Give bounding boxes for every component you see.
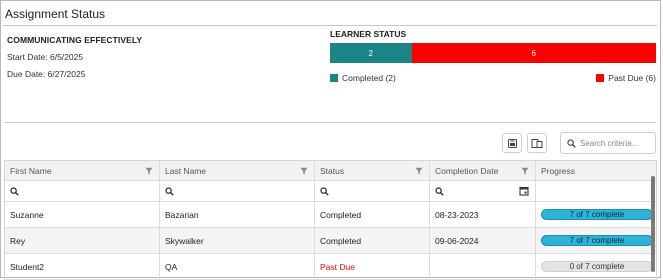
completion-date-cell: 09-06-2024	[430, 228, 536, 253]
column-header-status[interactable]: Status	[315, 161, 430, 180]
filter-row	[5, 181, 656, 202]
first-name-cell: Suzanne	[5, 202, 160, 227]
progress-cell: 0 of 7 complete	[536, 254, 656, 279]
filter-cell-progress	[536, 181, 656, 201]
first-name-cell: Rey	[5, 228, 160, 253]
search-icon	[567, 138, 576, 148]
column-header-progress[interactable]: Progress	[536, 161, 656, 180]
status-cell: Completed	[315, 202, 430, 227]
column-header-label: First Name	[10, 165, 52, 176]
filter-icon[interactable]	[415, 167, 423, 175]
search-icon	[10, 186, 19, 196]
status-cell: Past Due	[315, 254, 430, 279]
first-name-cell: Student2	[5, 254, 160, 279]
learner-table: First Name Last Name Status Completion D…	[4, 160, 657, 280]
filter-cell-last-name[interactable]	[160, 181, 315, 201]
table-header: First Name Last Name Status Completion D…	[5, 160, 656, 181]
column-header-last-name[interactable]: Last Name	[160, 161, 315, 180]
learner-status-title: LEARNER STATUS	[330, 29, 407, 39]
last-name-cell: Bazarian	[160, 202, 315, 227]
table-row[interactable]: Suzanne Bazarian Completed 08-23-2023 7 …	[5, 202, 656, 228]
completed-swatch	[330, 74, 338, 82]
search-icon	[435, 186, 444, 196]
title-divider	[3, 25, 657, 26]
completed-count-label: 2	[368, 48, 373, 58]
column-header-label: Progress	[541, 165, 576, 176]
progress-cell: 7 of 7 complete	[536, 202, 656, 227]
assignment-name: COMMUNICATING EFFECTIVELY	[7, 35, 143, 45]
export-icon	[507, 138, 517, 148]
column-header-label: Status	[320, 165, 345, 176]
calendar-icon[interactable]	[519, 186, 529, 196]
column-header-first-name[interactable]: First Name	[5, 161, 160, 180]
progress-cell: 7 of 7 complete	[536, 228, 656, 253]
learner-status-bar: 2 6	[330, 43, 656, 63]
search-box[interactable]	[560, 132, 656, 154]
completed-segment[interactable]: 2	[330, 43, 412, 63]
column-chooser-icon	[531, 138, 543, 148]
legend-past-due-label: Past Due (6)	[608, 73, 656, 83]
past-due-count-label: 6	[531, 48, 536, 58]
column-header-label: Last Name	[165, 165, 207, 176]
search-input[interactable]	[580, 138, 650, 148]
start-date: Start Date: 6/5/2025	[7, 52, 84, 62]
scrollbar[interactable]	[651, 176, 655, 272]
column-header-completion-date[interactable]: Completion Date	[430, 161, 536, 180]
last-name-cell: Skywalker	[160, 228, 315, 253]
past-due-segment[interactable]: 6	[411, 43, 656, 63]
legend-past-due: Past Due (6)	[596, 73, 656, 83]
search-icon	[320, 186, 329, 196]
filter-cell-status[interactable]	[315, 181, 430, 201]
section-divider	[4, 122, 656, 123]
filter-icon[interactable]	[145, 167, 153, 175]
completion-date-cell: 08-23-2023	[430, 202, 536, 227]
export-button[interactable]	[502, 133, 522, 153]
filter-icon[interactable]	[521, 167, 529, 175]
due-date: Due Date: 6/27/2025	[7, 69, 86, 79]
legend-completed: Completed (2)	[330, 73, 396, 83]
filter-cell-first-name[interactable]	[5, 181, 160, 201]
search-icon	[165, 186, 174, 196]
progress-pill: 7 of 7 complete	[541, 209, 653, 220]
filter-cell-completion-date[interactable]	[430, 181, 536, 201]
legend-completed-label: Completed (2)	[342, 73, 396, 83]
column-chooser-button[interactable]	[527, 133, 547, 153]
completion-date-cell	[430, 254, 536, 279]
progress-pill: 7 of 7 complete	[541, 235, 653, 246]
filter-icon[interactable]	[300, 167, 308, 175]
status-cell: Completed	[315, 228, 430, 253]
past-due-swatch	[596, 74, 605, 82]
panel-title: Assignment Status	[5, 7, 106, 21]
last-name-cell: QA	[160, 254, 315, 279]
table-row[interactable]: Student2 QA Past Due 0 of 7 complete	[5, 254, 656, 280]
table-row[interactable]: Rey Skywalker Completed 09-06-2024 7 of …	[5, 228, 656, 254]
column-header-label: Completion Date	[435, 165, 499, 176]
progress-pill: 0 of 7 complete	[541, 261, 653, 272]
